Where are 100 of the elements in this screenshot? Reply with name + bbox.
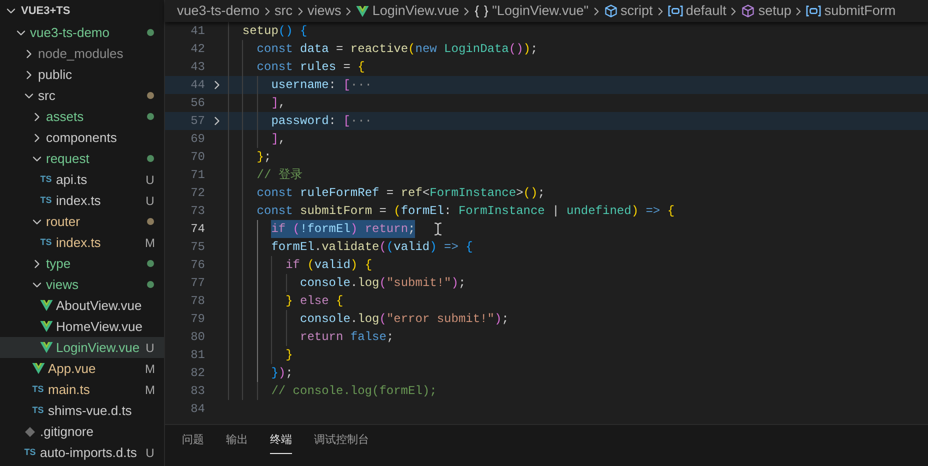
breadcrumb-item[interactable]: submitForm (824, 0, 896, 22)
folder-item[interactable]: public (0, 64, 164, 85)
file-item[interactable]: TS index.ts U (0, 190, 164, 211)
code-line: } else { (286, 293, 344, 310)
typescript-icon: TS (32, 406, 44, 415)
line-number: 78 (190, 293, 205, 310)
cube-icon (741, 4, 756, 18)
code-line: console.log("submit!"); (300, 275, 466, 292)
git-status-label: U (144, 192, 156, 210)
line-number: 41 (190, 23, 205, 40)
item-label: App.vue (48, 360, 96, 378)
vue-icon (40, 342, 52, 353)
line-number: 79 (190, 311, 205, 328)
code-line: }; (256, 149, 272, 166)
folder-item[interactable]: assets (0, 106, 164, 127)
folder-item[interactable]: components (0, 127, 164, 148)
breadcrumb-item[interactable]: vue3-ts-demo (177, 0, 260, 22)
git-status-label: U (144, 172, 156, 188)
item-label: HomeView.vue (56, 318, 142, 336)
item-label: node_modules (38, 44, 124, 63)
file-item[interactable]: TS main.ts M (0, 379, 164, 400)
explorer-header[interactable]: VUE3+TS (0, 0, 164, 22)
breadcrumb-item[interactable]: src (274, 0, 293, 22)
file-item[interactable]: TS index.ts M (0, 232, 164, 253)
line-number: 84 (190, 401, 205, 418)
code-line: return false; (300, 329, 394, 346)
folder-item[interactable]: request (0, 148, 164, 169)
code-line: formEl.validate((valid) => { (271, 239, 473, 256)
item-label: api.ts (56, 170, 88, 189)
line-number: 71 (190, 167, 205, 184)
file-item[interactable]: AboutView.vue (0, 295, 164, 316)
breadcrumb-item[interactable]: LoginView.vue (372, 0, 460, 22)
item-label: main.ts (48, 380, 90, 399)
folder-item[interactable]: router (0, 211, 164, 232)
file-item[interactable]: TS api.ts U (0, 169, 164, 190)
typescript-icon: TS (40, 238, 52, 247)
code-line: } (286, 347, 293, 364)
vue-icon (40, 300, 52, 311)
item-label: shims-vue.d.ts (48, 402, 132, 420)
line-number: 69 (190, 131, 205, 148)
braces-icon (474, 4, 490, 18)
item-label: type (46, 254, 71, 273)
code-line: console.log("error submit!"); (300, 311, 509, 328)
line-number: 82 (190, 365, 205, 382)
typescript-icon: TS (32, 385, 44, 394)
code-line: if (valid) { (286, 257, 372, 274)
typescript-icon: TS (40, 196, 52, 205)
breadcrumb-item[interactable]: views (308, 0, 342, 22)
panel-tab[interactable]: 输出 (226, 432, 248, 454)
item-label: components (46, 128, 117, 147)
line-number: 76 (190, 257, 205, 274)
git-status-label: U (144, 340, 156, 356)
code-line: username: [··· (271, 77, 372, 94)
panel-tab[interactable]: 问题 (182, 432, 204, 454)
line-number: 77 (190, 275, 205, 292)
item-label: AboutView.vue (56, 296, 142, 315)
vue-icon (40, 321, 52, 332)
breadcrumb-item[interactable]: "LoginView.vue" (492, 0, 589, 22)
folder-item[interactable]: type (0, 253, 164, 274)
file-item[interactable]: HomeView.vue (0, 316, 164, 337)
line-number: 57 (190, 113, 205, 130)
code-line: setup() { (242, 23, 308, 40)
file-item[interactable]: TS auto-imports.d.ts U (0, 442, 164, 463)
typescript-icon: TS (24, 448, 36, 457)
file-item[interactable]: LoginView.vue U (0, 337, 164, 358)
item-label: assets (46, 108, 84, 126)
item-label: src (38, 86, 56, 105)
folder-item[interactable]: node_modules (0, 43, 164, 64)
item-label: LoginView.vue (56, 338, 140, 357)
folder-item[interactable]: vue3-ts-demo (0, 22, 164, 43)
item-label: public (38, 66, 72, 84)
file-item[interactable]: App.vue M (0, 358, 164, 379)
code-line: // console.log(formEl); (271, 383, 437, 400)
git-status-label: M (144, 382, 156, 398)
item-label: index.ts (56, 192, 101, 210)
line-number: 73 (190, 203, 205, 220)
folder-item[interactable]: src (0, 85, 164, 106)
code-line: const submitForm = (formEl: FormInstance | undefined) => { (256, 203, 675, 220)
folder-item[interactable]: views (0, 274, 164, 295)
breadcrumb-item[interactable]: script (620, 0, 653, 22)
vue-icon (356, 6, 370, 16)
item-label: vue3-ts-demo (30, 24, 110, 42)
code-line: ], (271, 95, 286, 112)
file-item[interactable]: .gitignore (0, 421, 164, 442)
workspace-title: VUE3+TS (21, 4, 70, 19)
line-number: 56 (190, 95, 205, 112)
line-number: 80 (190, 329, 205, 346)
cube-icon (604, 4, 618, 18)
line-number: 70 (190, 149, 205, 166)
panel-tab[interactable]: 调试控制台 (314, 432, 369, 454)
item-label: .gitignore (40, 422, 94, 441)
typescript-icon: TS (40, 175, 52, 184)
panel-tab[interactable]: 终端 (270, 432, 292, 454)
breadcrumb-item[interactable]: setup (758, 0, 792, 22)
variable-icon (668, 5, 683, 17)
breadcrumb-item[interactable]: default (686, 0, 726, 22)
diamond-icon (25, 426, 35, 436)
git-status-label: M (144, 234, 156, 252)
file-item[interactable]: TS shims-vue.d.ts (0, 400, 164, 421)
code-line: }); (271, 365, 293, 382)
